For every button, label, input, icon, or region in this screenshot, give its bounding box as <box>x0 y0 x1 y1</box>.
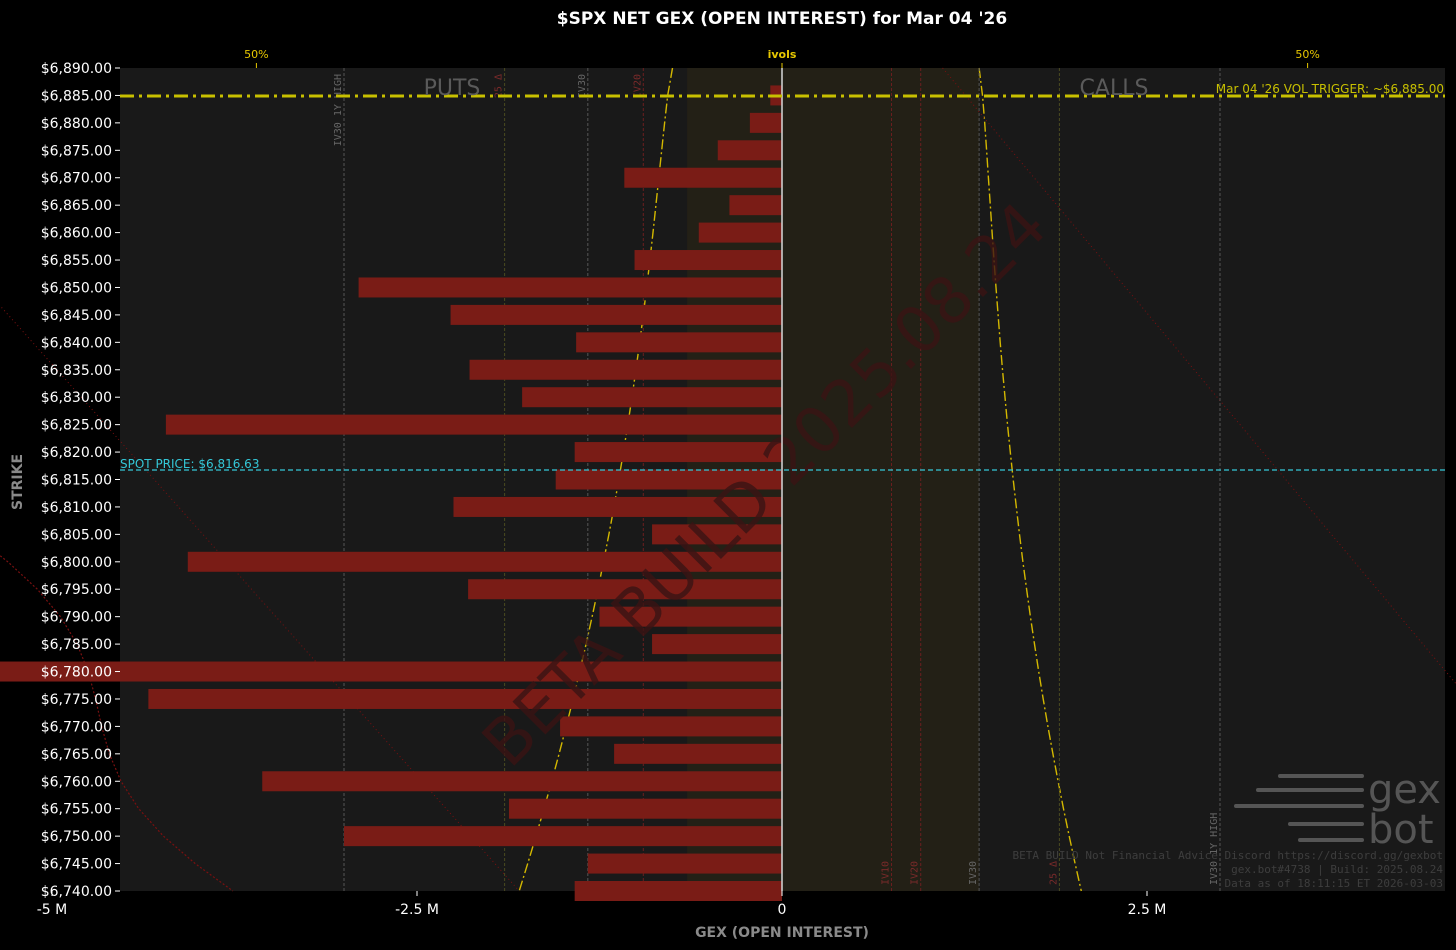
bar-6740 <box>574 881 782 901</box>
x-tick-label: -5 M <box>37 902 68 918</box>
y-tick-label: $6,860.00 <box>41 226 112 242</box>
y-tick-label: $6,745.00 <box>41 857 112 873</box>
bar-6825 <box>165 414 782 435</box>
y-tick-label: $6,880.00 <box>41 116 112 132</box>
y-tick-label: $6,750.00 <box>41 829 112 845</box>
y-tick-label: $6,830.00 <box>41 390 112 406</box>
y-tick-label: $6,840.00 <box>41 335 112 351</box>
y-tick-label: $6,815.00 <box>41 473 112 489</box>
y-tick-label: $6,755.00 <box>41 802 112 818</box>
gex-chart: IV30 1Y HIGH IV30 IV20IV10 IV20 IV30 IV30 1Y … <box>0 0 1456 950</box>
y-tick-label: $6,885.00 <box>41 88 112 104</box>
y-tick-label: $6,790.00 <box>41 610 112 626</box>
footer-line-3: Data as of 18:11:15 ET 2026-03-03 <box>1224 877 1443 890</box>
ref-line-label-4: IV20 <box>910 861 921 885</box>
x-tick-label: 0 <box>778 902 787 918</box>
top-tick-label: 50% <box>244 48 268 61</box>
ref-line-label-3: IV10 <box>881 861 892 885</box>
y-tick-label: $6,855.00 <box>41 253 112 269</box>
y-tick-label: $6,835.00 <box>41 363 112 379</box>
bar-6765 <box>614 743 782 764</box>
y-tick-label: $6,825.00 <box>41 418 112 434</box>
y-tick-label: $6,785.00 <box>41 637 112 653</box>
top-tick-label: ivols <box>768 48 797 61</box>
bar-6860 <box>698 222 782 243</box>
calls-label: CALLS <box>1080 76 1149 101</box>
bar-6775 <box>148 688 783 709</box>
footer-line-2: gex.bot#4738 | Build: 2025.08.24 <box>1231 863 1443 876</box>
bar-6855 <box>634 250 782 271</box>
ref-line-label-2: IV20 <box>632 74 643 98</box>
bar-6830 <box>522 387 782 408</box>
y-tick-label: $6,800.00 <box>41 555 112 571</box>
ref-line-label-0: IV30 1Y HIGH <box>333 74 344 146</box>
bar-6840 <box>576 332 782 353</box>
y-tick-label: $6,765.00 <box>41 747 112 763</box>
footer-line-1: BETA BUILD Not Financial Advice Discord … <box>1013 849 1443 862</box>
y-tick-label: $6,770.00 <box>41 719 112 735</box>
x-tick-label: -2.5 M <box>395 902 439 918</box>
top-tick-label: 50% <box>1295 48 1319 61</box>
ref-line-label-5: IV30 <box>968 861 979 885</box>
y-tick-label: $6,865.00 <box>41 198 112 214</box>
y-tick-label: $6,810.00 <box>41 500 112 516</box>
bar-6755 <box>508 798 782 819</box>
y-tick-label: $6,850.00 <box>41 280 112 296</box>
bar-6875 <box>717 140 782 161</box>
bar-6770 <box>560 716 782 737</box>
bar-6750 <box>344 826 782 847</box>
ref-line-label-8: 25 Δ <box>1048 861 1059 885</box>
bar-6845 <box>450 304 782 325</box>
y-tick-label: $6,805.00 <box>41 527 112 543</box>
y-tick-label: $6,820.00 <box>41 445 112 461</box>
bar-6835 <box>469 359 782 380</box>
bar-6880 <box>749 112 782 133</box>
bar-6865 <box>729 195 782 216</box>
y-axis-title: STRIKE <box>10 454 26 510</box>
y-tick-label: $6,740.00 <box>41 884 112 900</box>
y-tick-label: $6,775.00 <box>41 692 112 708</box>
spot-price-label: SPOT PRICE: $6,816.63 <box>120 457 259 471</box>
x-axis-title: GEX (OPEN INTEREST) <box>695 925 869 941</box>
y-tick-label: $6,870.00 <box>41 171 112 187</box>
bar-6785 <box>652 634 782 655</box>
y-tick-label: $6,845.00 <box>41 308 112 324</box>
bar-6870 <box>624 167 782 188</box>
y-tick-label: $6,795.00 <box>41 582 112 598</box>
ref-line-label-1: IV30 <box>577 74 588 98</box>
y-tick-label: $6,780.00 <box>41 665 112 681</box>
x-tick-label: 2.5 M <box>1128 902 1167 918</box>
y-tick-label: $6,760.00 <box>41 774 112 790</box>
bar-6850 <box>358 277 782 298</box>
y-tick-label: $6,890.00 <box>41 61 112 77</box>
y-tick-label: $6,875.00 <box>41 143 112 159</box>
ref-line-label-7: 25 Δ <box>494 74 505 98</box>
vol-trigger-label: Mar 04 '26 VOL TRIGGER: ~$6,885.00 <box>1216 82 1444 96</box>
bar-6745 <box>587 853 782 874</box>
puts-label: PUTS <box>424 76 481 101</box>
chart-title: $SPX NET GEX (OPEN INTEREST) for Mar 04 … <box>557 9 1007 29</box>
logo-bot: bot <box>1368 807 1434 853</box>
